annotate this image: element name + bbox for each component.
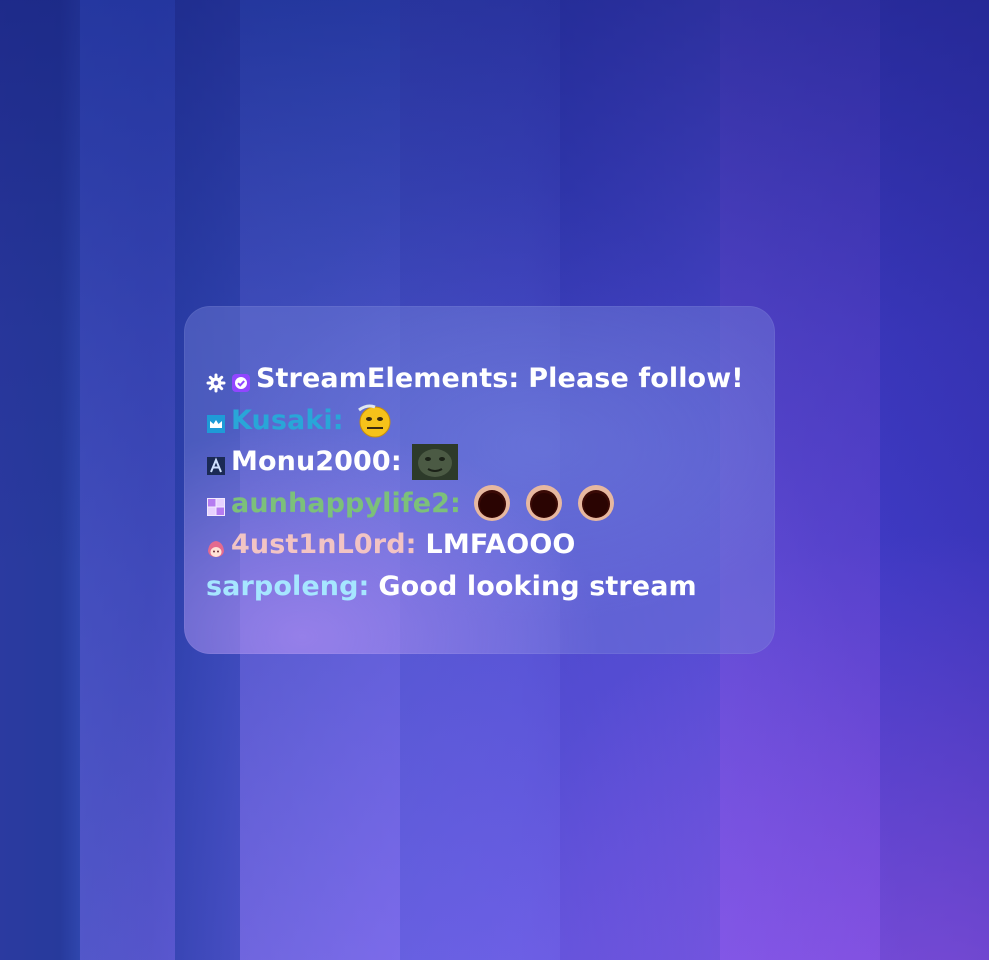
2023-badge-icon (206, 493, 226, 517)
bg-stripe (80, 0, 175, 960)
chat-username-separator: : (405, 529, 417, 561)
chat-username-separator: : (358, 570, 370, 602)
crown-badge-icon (206, 410, 226, 434)
dark-face-emote (411, 443, 459, 481)
letter-a-badge-icon (206, 452, 226, 475)
shocked-mouth-emote (522, 484, 566, 522)
chat-message: 4ust1nL0rd : LMFAOOO (206, 524, 766, 566)
gear-badge-icon (206, 369, 226, 393)
chat-username-separator: : (390, 446, 402, 478)
chat-message: sarpoleng : Good looking stream (206, 566, 766, 608)
chat-username-separator: : (332, 404, 344, 436)
anime-girl-badge-icon (206, 535, 226, 557)
chat-username[interactable]: Monu2000 (231, 446, 391, 477)
chat-message: StreamElements : Please follow! (206, 358, 766, 400)
chat-username-separator: : (508, 363, 520, 395)
sweating-face-emote (353, 401, 397, 439)
chat-message: Monu2000 : (206, 441, 766, 483)
chat-message-list: StreamElements : Please follow! Kusaki : (206, 358, 766, 607)
chat-username[interactable]: 4ust1nL0rd (231, 529, 406, 560)
chat-message: Kusaki : (206, 400, 766, 442)
chat-username[interactable]: sarpoleng (206, 571, 359, 602)
chat-message: aunhappylife2 : (206, 483, 766, 525)
chat-username[interactable]: aunhappylife2 (231, 488, 450, 519)
chat-username[interactable]: Kusaki (231, 405, 333, 436)
shocked-mouth-emote (470, 484, 514, 522)
chat-message-text: Good looking stream (378, 570, 697, 602)
chat-username-separator: : (450, 487, 461, 519)
chat-message-text: Please follow! (528, 363, 744, 395)
chat-username[interactable]: StreamElements (256, 363, 508, 394)
verified-badge-icon (231, 369, 251, 392)
chat-message-text: LMFAOOO (425, 529, 576, 561)
shocked-mouth-emote (574, 484, 618, 522)
